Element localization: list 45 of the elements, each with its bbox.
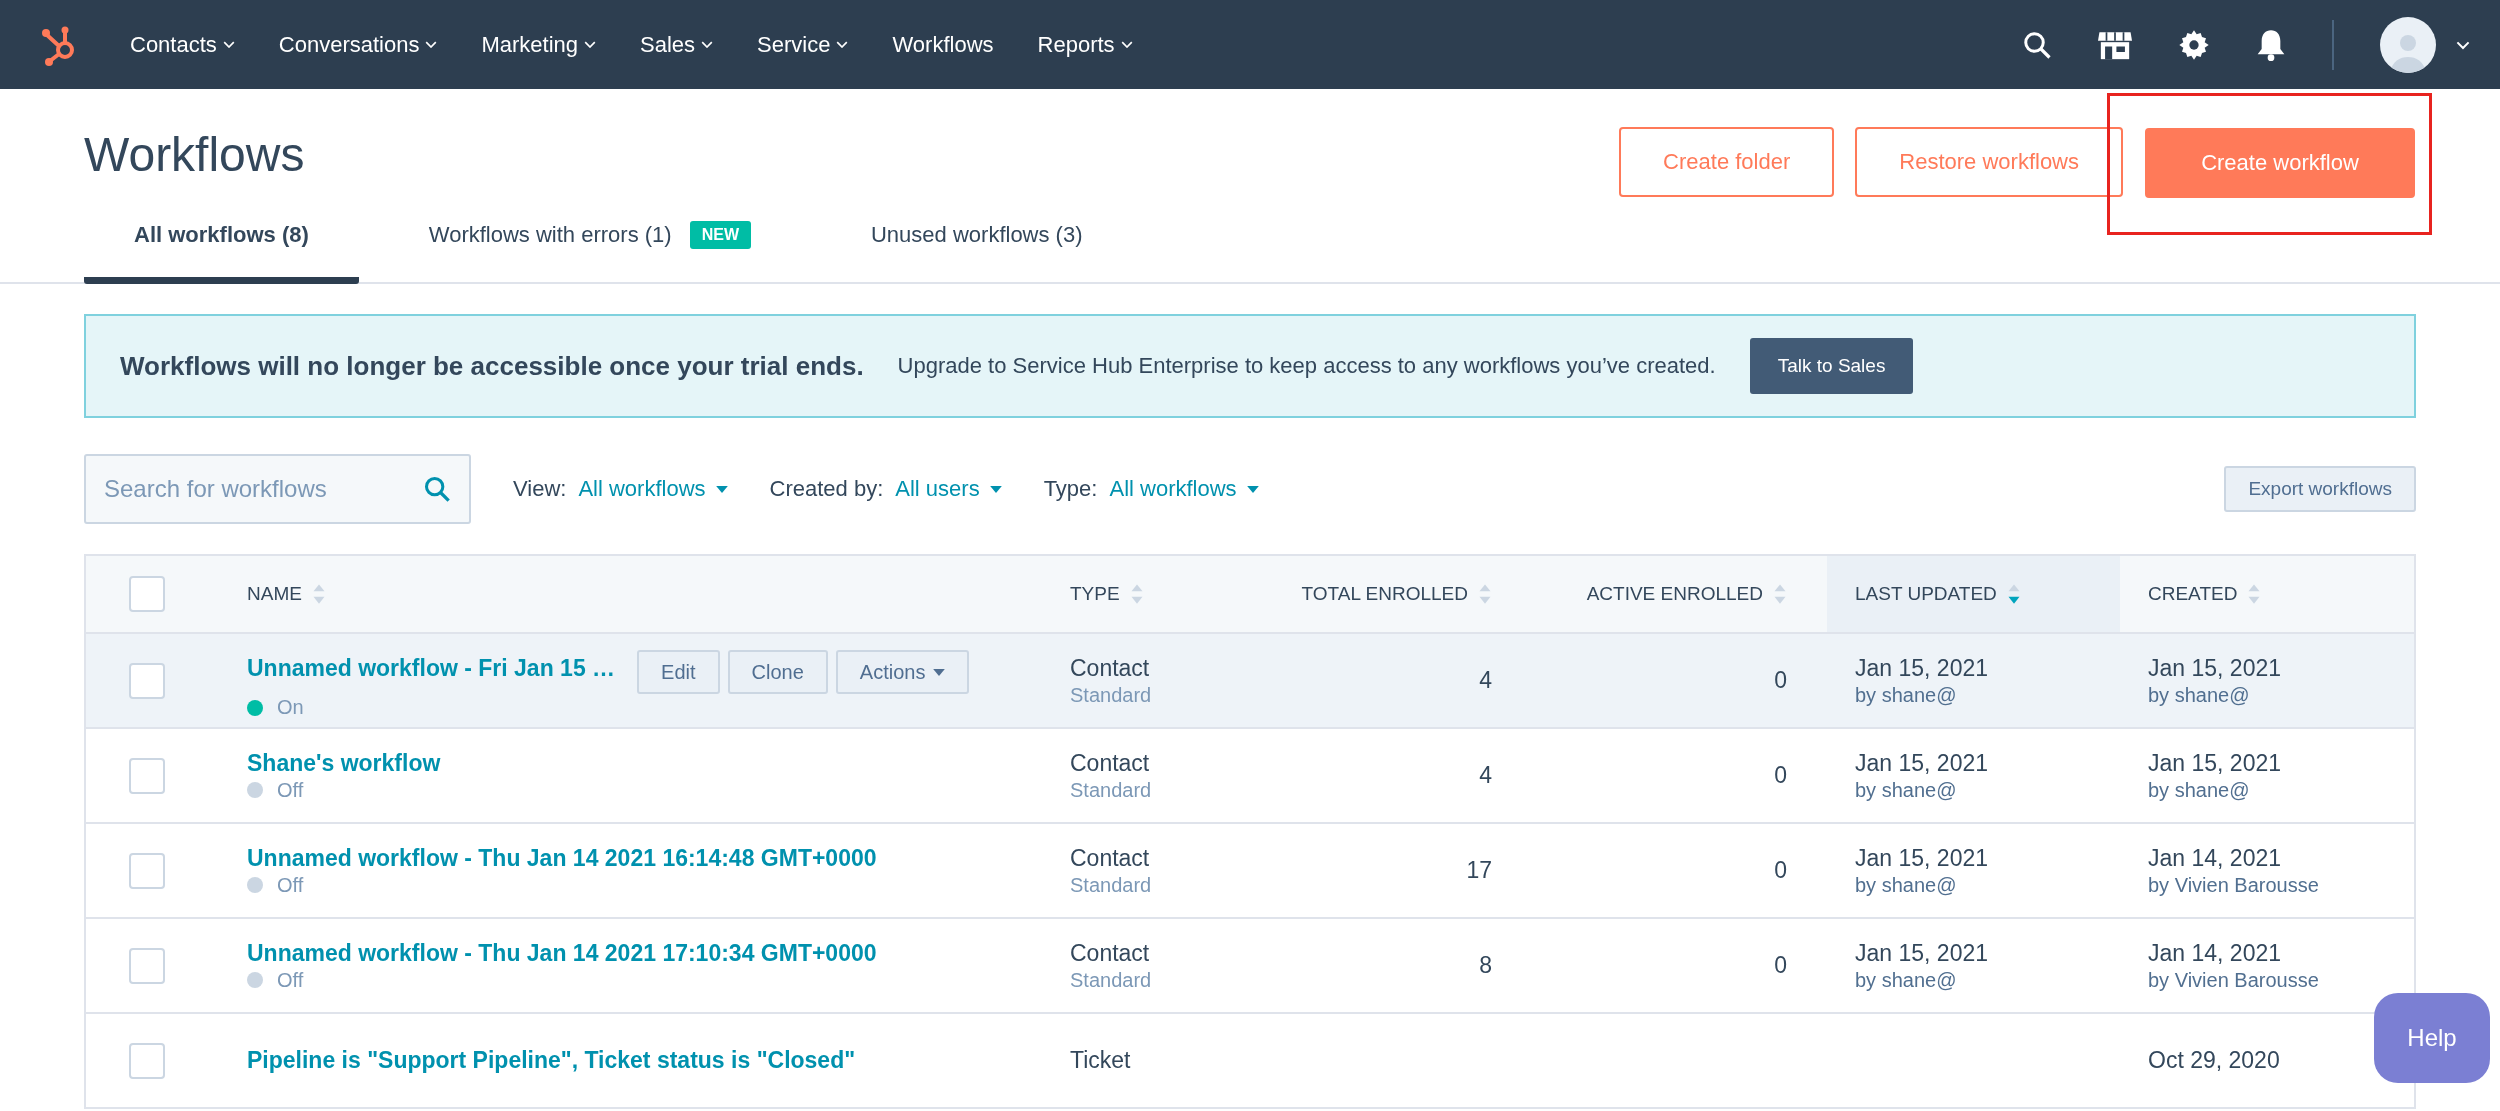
updated-by-text: by shane@ (1855, 873, 1957, 897)
type-text: Contact (1070, 654, 1150, 682)
type-text: Contact (1070, 749, 1150, 777)
created-date: Jan 15, 2021 (2148, 654, 2281, 682)
total-enrolled-count: 17 (1466, 857, 1492, 884)
total-enrolled-count: 4 (1479, 667, 1492, 694)
updated-by-text: by shane@ (1855, 683, 1957, 707)
total-enrolled-count: 8 (1479, 952, 1492, 979)
total-enrolled-count: 4 (1479, 762, 1492, 789)
updated-by-text: by shane@ (1855, 778, 1957, 802)
updated-date: Jan 15, 2021 (1855, 654, 1988, 682)
active-enrolled-count: 0 (1774, 762, 1787, 789)
created-by-text: by shane@ (2148, 778, 2250, 802)
updated-by-text: by shane@ (1855, 968, 1957, 992)
status-text: Off (277, 778, 304, 802)
created-by-text: by shane@ (2148, 683, 2250, 707)
subtype-text: Standard (1070, 683, 1152, 707)
status-text: Off (277, 968, 304, 992)
filter-label: View: (513, 476, 567, 502)
subtype-text: Standard (1070, 778, 1152, 802)
created-by-text: by Vivien Barousse (2148, 873, 2319, 897)
new-badge: NEW (689, 221, 751, 249)
filter-label: Type: (1043, 476, 1098, 502)
type-text: Contact (1070, 844, 1150, 872)
active-enrolled-count: 0 (1774, 857, 1787, 884)
updated-date: Jan 15, 2021 (1855, 844, 1988, 872)
type-text: Contact (1070, 939, 1150, 967)
type-text: Ticket (1070, 1047, 1131, 1074)
updated-date: Jan 15, 2021 (1855, 939, 1988, 967)
created-date: Oct 29, 2020 (2148, 1047, 2280, 1074)
status-text: Off (277, 873, 304, 897)
active-enrolled-count: 0 (1774, 667, 1787, 694)
banner-heading: Workflows will no longer be accessible once your trial ends. (120, 350, 864, 382)
created-date: Jan 15, 2021 (2148, 749, 2281, 777)
banner-text: Upgrade to Service Hub Enterprise to keep access to any workflows you’ve created. (897, 353, 1716, 379)
subtype-text: Standard (1070, 873, 1152, 897)
updated-date: Jan 15, 2021 (1855, 749, 1988, 777)
page-title: Workflows (84, 127, 305, 182)
created-date: Jan 14, 2021 (2148, 844, 2281, 872)
filter-label: Created by: (769, 476, 884, 502)
created-by-text: by Vivien Barousse (2148, 968, 2319, 992)
active-enrolled-count: 0 (1774, 952, 1787, 979)
subtype-text: Standard (1070, 968, 1152, 992)
created-date: Jan 14, 2021 (2148, 939, 2281, 967)
status-text: On (277, 696, 304, 719)
